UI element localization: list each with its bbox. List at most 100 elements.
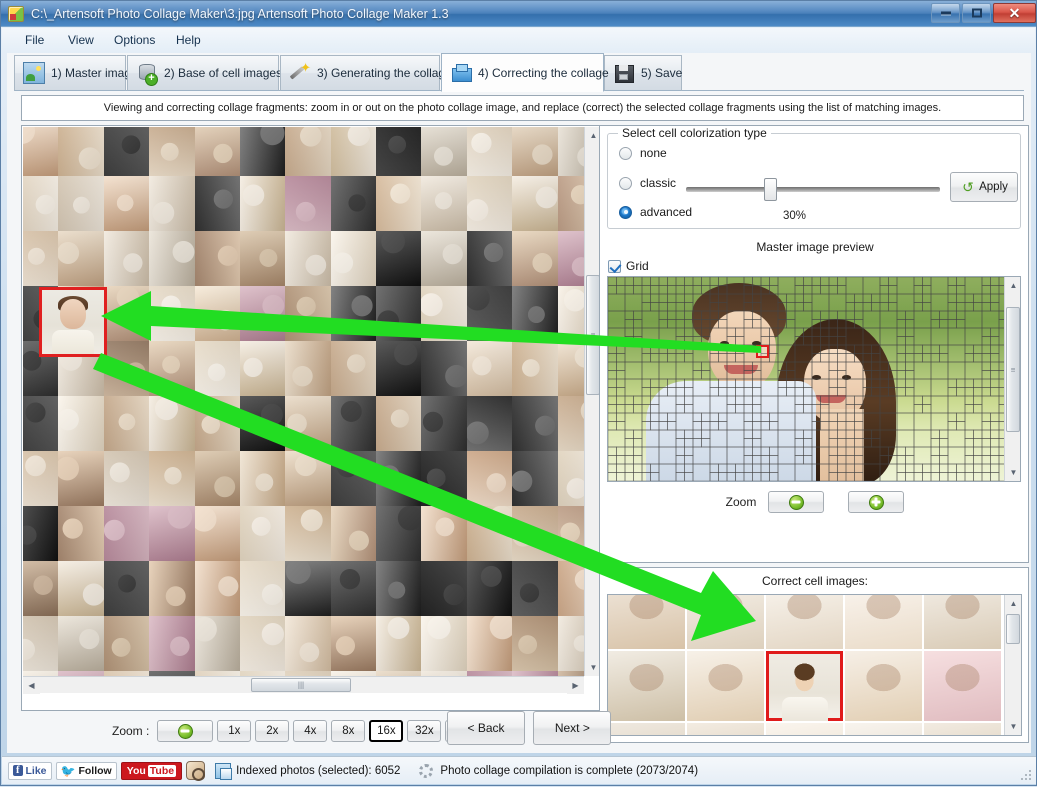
zoom-level-8x[interactable]: 8x bbox=[331, 720, 366, 742]
veil-detail-thumb[interactable] bbox=[845, 723, 922, 735]
collage-cell[interactable] bbox=[466, 127, 513, 176]
collage-cell[interactable] bbox=[557, 616, 584, 671]
selected-collage-fragment[interactable] bbox=[39, 287, 107, 357]
wedding-decor-thumb[interactable] bbox=[766, 723, 843, 735]
collage-cell[interactable] bbox=[103, 616, 150, 671]
collage-cell[interactable] bbox=[376, 176, 422, 231]
collage-cell[interactable] bbox=[330, 286, 377, 341]
collage-cell[interactable] bbox=[285, 176, 331, 231]
collage-cell[interactable] bbox=[421, 341, 467, 396]
collage-cell[interactable] bbox=[58, 616, 104, 671]
scroll-down-icon[interactable]: ▼ bbox=[1005, 718, 1021, 735]
tab-base-of-cell-images[interactable]: 2) Base of cell images bbox=[127, 55, 282, 91]
collage-cell[interactable] bbox=[58, 127, 104, 176]
preview-vscrollbar[interactable]: ▲ ≡ ▼ bbox=[1004, 277, 1020, 481]
collage-cell[interactable] bbox=[330, 127, 377, 176]
collage-cell[interactable] bbox=[466, 286, 513, 341]
collage-cell[interactable] bbox=[239, 396, 286, 451]
collage-cell[interactable] bbox=[149, 506, 195, 561]
collage-vscroll-thumb[interactable]: ≡ bbox=[586, 275, 600, 395]
collage-cell[interactable] bbox=[376, 506, 422, 561]
collage-cell[interactable] bbox=[557, 127, 584, 176]
collage-cell[interactable] bbox=[557, 561, 584, 616]
bride-blonde-chair-thumb[interactable] bbox=[845, 651, 922, 721]
collage-cell[interactable] bbox=[285, 231, 331, 286]
collage-cell[interactable] bbox=[285, 127, 331, 176]
collage-cell[interactable] bbox=[512, 616, 558, 671]
collage-cell[interactable] bbox=[330, 616, 377, 671]
groom-prep-thumb[interactable] bbox=[687, 723, 764, 735]
collage-cell[interactable] bbox=[103, 231, 150, 286]
collage-cell[interactable] bbox=[149, 231, 195, 286]
collage-cell[interactable] bbox=[23, 451, 59, 506]
collage-cell[interactable] bbox=[58, 451, 104, 506]
collage-cell[interactable] bbox=[466, 396, 513, 451]
twitter-follow-button[interactable]: 🐦 Follow bbox=[55, 761, 117, 780]
collage-cell[interactable] bbox=[194, 451, 240, 506]
collage-cell[interactable] bbox=[149, 396, 195, 451]
scroll-down-icon[interactable]: ▼ bbox=[1005, 464, 1020, 481]
tab-correcting-the-collage[interactable]: 4) Correcting the collage bbox=[441, 53, 609, 92]
scroll-up-icon[interactable]: ▲ bbox=[1005, 277, 1020, 294]
ring-shot-thumb[interactable] bbox=[924, 723, 1001, 735]
next-button[interactable]: Next > bbox=[533, 711, 612, 745]
bride-makeup-thumb[interactable] bbox=[845, 595, 922, 649]
collage-cell[interactable] bbox=[103, 396, 150, 451]
collage-cell[interactable] bbox=[103, 341, 150, 396]
collage-cell[interactable] bbox=[149, 127, 195, 176]
couple-table-thumb[interactable] bbox=[608, 651, 685, 721]
collage-cell[interactable] bbox=[239, 176, 286, 231]
collage-cell[interactable] bbox=[512, 561, 558, 616]
collage-cell[interactable] bbox=[421, 561, 467, 616]
collage-cell[interactable] bbox=[421, 451, 467, 506]
collage-cell[interactable] bbox=[103, 127, 150, 176]
menu-view[interactable]: View bbox=[59, 32, 103, 49]
collage-cell[interactable] bbox=[239, 127, 286, 176]
collage-cell[interactable] bbox=[421, 506, 467, 561]
collage-cell[interactable] bbox=[239, 506, 286, 561]
couple-ceremony-thumb[interactable] bbox=[687, 595, 764, 649]
collage-cell[interactable] bbox=[421, 286, 467, 341]
collage-cell[interactable] bbox=[557, 286, 584, 341]
scroll-left-icon[interactable]: ◀ bbox=[23, 677, 40, 694]
collage-cell[interactable] bbox=[285, 286, 331, 341]
collage-cell[interactable] bbox=[103, 176, 150, 231]
collage-cell[interactable] bbox=[103, 506, 150, 561]
collage-cell[interactable] bbox=[512, 341, 558, 396]
collage-cell[interactable] bbox=[58, 561, 104, 616]
collage-cell[interactable] bbox=[58, 506, 104, 561]
collage-cell[interactable] bbox=[466, 451, 513, 506]
collage-cell[interactable] bbox=[512, 506, 558, 561]
collage-cell[interactable] bbox=[376, 341, 422, 396]
collage-cell[interactable] bbox=[194, 127, 240, 176]
collage-cell[interactable] bbox=[466, 506, 513, 561]
collage-cell[interactable] bbox=[23, 127, 59, 176]
bride-portrait-thumb[interactable] bbox=[766, 651, 843, 721]
collage-cell[interactable] bbox=[330, 341, 377, 396]
collage-cell[interactable] bbox=[376, 396, 422, 451]
collage-cell[interactable] bbox=[23, 561, 59, 616]
collage-cell[interactable] bbox=[149, 286, 195, 341]
collage-cell[interactable] bbox=[285, 561, 331, 616]
collage-cell[interactable] bbox=[330, 561, 377, 616]
zoom-level-32x[interactable]: 32x bbox=[407, 720, 442, 742]
collage-cell[interactable] bbox=[149, 176, 195, 231]
collage-cell[interactable] bbox=[149, 341, 195, 396]
collage-cell[interactable] bbox=[239, 561, 286, 616]
collage-cell[interactable] bbox=[557, 341, 584, 396]
apply-button[interactable]: ↺ Apply bbox=[950, 172, 1018, 202]
bride-chair-thumb[interactable] bbox=[687, 651, 764, 721]
instagram-camera-icon[interactable] bbox=[186, 761, 206, 781]
zoom-out-button[interactable] bbox=[157, 720, 214, 742]
maximize-button[interactable] bbox=[962, 3, 991, 23]
collage-cell[interactable] bbox=[285, 341, 331, 396]
zoom-level-16x[interactable]: 16x bbox=[369, 720, 404, 742]
bride-lying-thumb[interactable] bbox=[608, 595, 685, 649]
collage-cell[interactable] bbox=[330, 176, 377, 231]
gallery-vscroll-thumb[interactable] bbox=[1006, 614, 1020, 644]
menu-options[interactable]: Options bbox=[105, 32, 164, 49]
collage-cell[interactable] bbox=[194, 506, 240, 561]
gallery-vscrollbar[interactable]: ▲ ▼ bbox=[1004, 595, 1021, 735]
collage-cell[interactable] bbox=[149, 561, 195, 616]
collage-cell[interactable] bbox=[421, 396, 467, 451]
